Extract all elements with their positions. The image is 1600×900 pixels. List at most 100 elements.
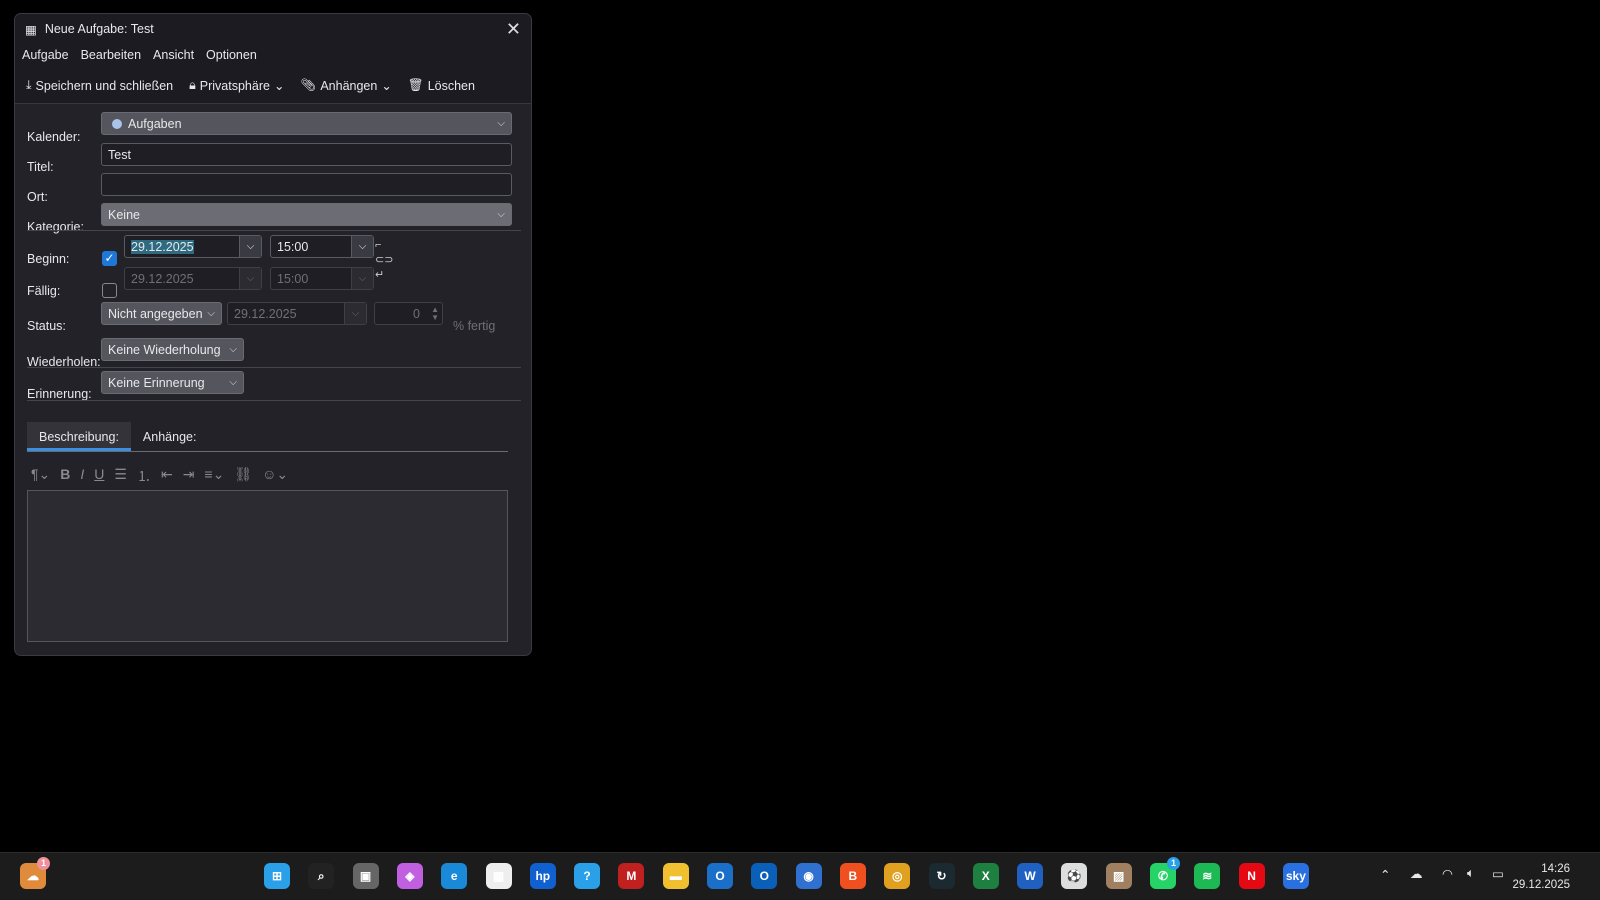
taskbar-app-chrome[interactable]: ◎ [884,863,911,889]
chevron-down-icon: ⌵ [497,118,505,129]
tab-description[interactable]: Beschreibung: [27,422,131,451]
attach-button[interactable]: 📎︎ Anhängen ⌄ [300,78,391,93]
chevron-down-icon: ⌵ [351,268,373,289]
taskbar-app-outlook-new-[interactable]: O [707,863,733,889]
taskbar-app-word[interactable]: W [1017,863,1044,889]
clock-time: 14:26 [1541,863,1570,875]
indent-icon[interactable]: ⇥ [183,466,195,486]
onedrive-icon[interactable]: ☁ [1410,866,1423,881]
align-icon[interactable]: ≡⌄ [204,466,224,486]
trash-icon: 🗑︎ [407,78,424,92]
due-date-value: 29.12.2025 [131,271,194,286]
numbered-list-icon[interactable]: ⒈ [137,466,151,486]
taskbar-app-search[interactable]: ⌕ [308,863,335,889]
chevron-down-icon: ⌵ [344,303,366,324]
chevron-down-icon[interactable]: ⌵ [351,236,373,257]
taskbar-app-help[interactable]: ? [574,863,601,889]
category-select[interactable]: Keine ⌵ [101,203,512,226]
tray-overflow-icon[interactable]: ⌃ [1380,867,1390,882]
calendar-color-dot [112,118,122,129]
chevron-down-icon: ⌵ [239,268,261,289]
menu-ansicht[interactable]: Ansicht [153,48,194,64]
wifi-icon[interactable]: ◠ [1442,866,1453,881]
tab-bar: Beschreibung: Anhänge: [27,422,508,452]
reminder-value: Keine Erinnerung [108,375,205,390]
completed-date-picker[interactable]: 29.12.2025 ⌵ [227,302,367,325]
emoji-icon[interactable]: ☺⌄ [262,466,288,486]
category-label: Kategorie: [27,220,84,234]
chevron-down-icon[interactable]: ⌵ [239,236,261,257]
link-icon[interactable]: ⛓ [234,466,252,486]
privacy-button[interactable]: 🔒︎ Privatsphäre ⌄ [189,78,284,93]
divider [27,230,521,231]
menu-bearbeiten[interactable]: Bearbeiten [81,48,141,64]
taskbar-app-excel[interactable]: X [972,863,999,889]
link-dates-icon[interactable]: ⌐ ⊂⊃ ↵ [375,238,393,283]
percent-spinner[interactable]: 0 ▲ ▼ [374,302,443,325]
menu-bar: Aufgabe Bearbeiten Ansicht Optionen [15,44,531,68]
format-toolbar: ¶⌄ B I U ☰ ⒈ ⇤ ⇥ ≡⌄ ⛓ ☺⌄ [31,466,288,486]
menu-aufgabe[interactable]: Aufgabe [22,48,69,64]
taskbar: ☁ 1 ⊞ ⌕ ▣ ◈ e ▦ hp? M ▬ O O ◉ B ◎ ↻ X W ⚽ ▨ ✆ 1 ≋ Nsky ⌃ ☁ ◠ 🔈︎… [0,852,1600,900]
outdent-icon[interactable]: ⇤ [161,466,173,486]
start-time-picker[interactable]: 15:00 ⌵ [270,235,374,258]
chevron-down-icon: ⌵ [497,209,505,220]
taskbar-app-copilot[interactable]: ◈ [396,863,423,889]
taskbar-app-speedtest[interactable]: ↻ [928,863,955,889]
delete-button[interactable]: 🗑︎ Löschen [408,78,475,93]
menu-optionen[interactable]: Optionen [206,48,257,64]
title-input[interactable]: Test [101,143,512,166]
close-button[interactable]: ✕ [506,19,521,40]
taskbar-app-sky[interactable]: sky [1282,863,1309,889]
taskbar-app-football[interactable]: ⚽ [1061,863,1088,889]
save-close-button[interactable]: ⤓ Speichern und schließen [26,78,173,93]
start-checkbox[interactable]: ✓ [102,251,117,266]
weather-badge: 1 [37,857,50,870]
spinner-arrows-icon[interactable]: ▲ ▼ [431,305,439,322]
due-time-picker[interactable]: 15:00 ⌵ [270,267,374,290]
calendar-app-icon: ▦ [25,22,37,37]
taskbar-app-photos[interactable]: ▨ [1105,863,1132,889]
toolbar: ⤓ Speichern und schließen 🔒︎ Privatsphäre ⌄… [15,68,531,104]
taskbar-app-outlook[interactable]: O [751,863,778,889]
underline-icon[interactable]: U [94,466,104,486]
chevron-down-icon: ⌵ [229,344,237,355]
clock[interactable]: 14:26 29.12.2025 [1512,861,1570,893]
paragraph-icon[interactable]: ¶⌄ [31,466,50,486]
taskbar-app-thunderbird[interactable]: ◉ [795,863,822,889]
volume-icon[interactable]: 🔈︎ [1467,866,1475,881]
taskbar-app-windows[interactable]: ⊞ [264,863,290,889]
category-value: Keine [108,207,140,222]
taskbar-app-store[interactable]: ▦ [485,863,512,889]
battery-icon[interactable]: ▭ [1492,866,1504,881]
taskbar-app-whatsapp[interactable]: ✆ 1 [1150,857,1180,889]
description-editor[interactable] [27,490,508,642]
status-select[interactable]: Nicht angegeben ⌵ [101,302,222,325]
percent-value: 0 [413,306,420,321]
calendar-select[interactable]: Aufgaben ⌵ [101,112,512,135]
location-input[interactable] [101,173,512,196]
taskbar-app-explorer[interactable]: ▬ [662,863,689,889]
reminder-select[interactable]: Keine Erinnerung ⌵ [101,371,244,394]
divider [27,367,521,368]
taskbar-app-mcafee[interactable]: M [618,863,645,889]
start-date-value: 29.12.2025 [131,239,194,254]
chevron-down-icon: ⌄ [381,79,392,93]
taskbar-app-spotify[interactable]: ≋ [1194,863,1221,889]
taskbar-app-task-view[interactable]: ▣ [352,863,379,889]
bullet-list-icon[interactable]: ☰ [114,466,127,486]
taskbar-app-edge[interactable]: e [441,863,468,889]
taskbar-app-netflix[interactable]: N [1238,863,1265,889]
title-label: Titel: [27,160,54,174]
taskbar-app-brave[interactable]: B [839,863,866,889]
italic-icon[interactable]: I [80,466,84,486]
due-checkbox[interactable] [102,283,117,298]
due-date-picker[interactable]: 29.12.2025 ⌵ [124,267,262,290]
bold-icon[interactable]: B [60,466,70,486]
status-label: Status: [27,319,66,333]
taskbar-app-hp[interactable]: hp [529,863,556,889]
repeat-select[interactable]: Keine Wiederholung ⌵ [101,338,244,361]
tab-attachments[interactable]: Anhänge: [131,422,209,451]
weather-widget-icon[interactable]: ☁ 1 [20,857,50,889]
start-date-picker[interactable]: 29.12.2025 ⌵ [124,235,262,258]
